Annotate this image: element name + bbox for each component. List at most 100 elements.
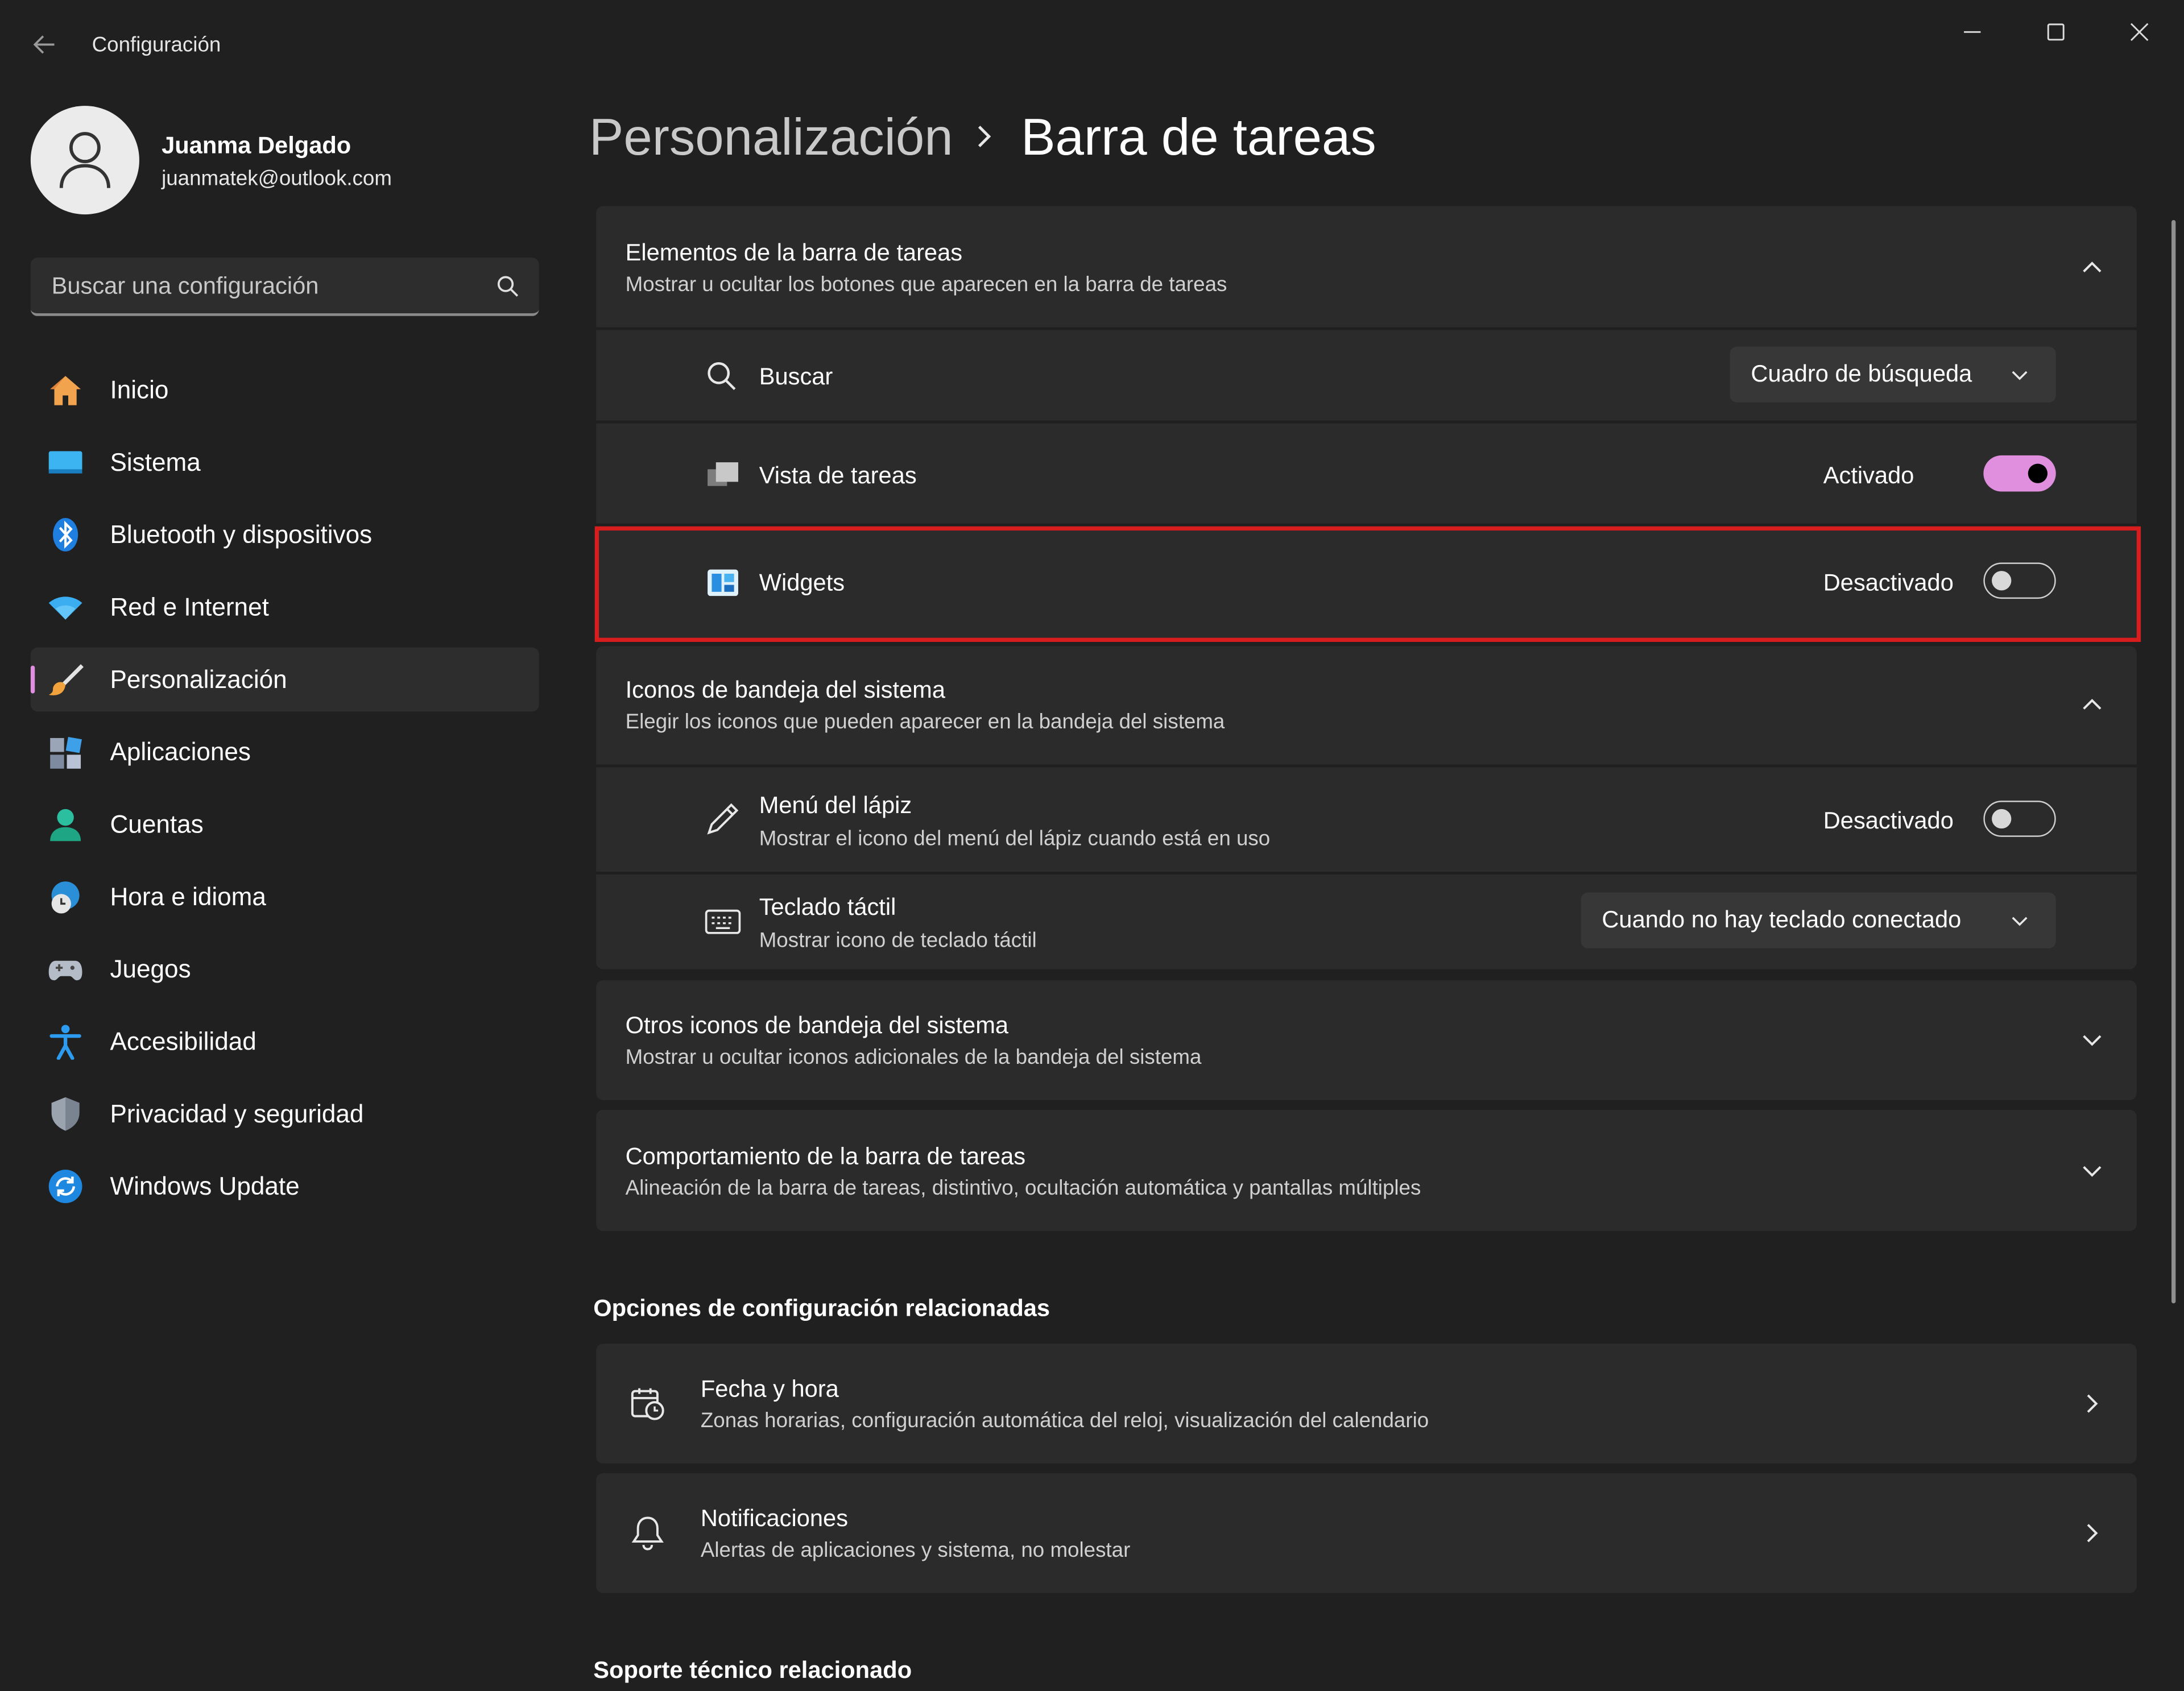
sidebar-item-label: Hora e idioma	[110, 882, 266, 911]
sidebar-item-personalizacion[interactable]: Personalización	[30, 647, 539, 712]
close-button[interactable]	[2107, 11, 2171, 53]
taskbar-items-header[interactable]: Elementos de la barra de tareas Mostrar …	[596, 206, 2137, 328]
accessibility-icon	[47, 1023, 84, 1060]
section-title: Elementos de la barra de tareas	[625, 239, 963, 266]
touch-keyboard-dropdown[interactable]: Cuando no hay teclado conectado	[1581, 892, 2056, 948]
pen-icon	[705, 801, 741, 837]
bell-icon	[630, 1515, 666, 1552]
related-item-title: Notificaciones	[700, 1505, 849, 1532]
user-name: Juanma Delgado	[162, 132, 351, 159]
wifi-icon	[47, 589, 84, 625]
breadcrumb-chevron-icon	[971, 120, 999, 160]
calendar-clock-icon	[630, 1386, 666, 1422]
sidebar-item-bluetooth[interactable]: Bluetooth y dispositivos	[31, 503, 539, 567]
touch-keyboard-label: Teclado táctil	[759, 894, 896, 921]
avatar[interactable]	[30, 106, 139, 215]
toggle-knob	[1992, 808, 2012, 828]
section-title: Otros iconos de bandeja del sistema	[625, 1012, 1009, 1039]
sidebar-item-cuentas[interactable]: Cuentas	[31, 792, 539, 856]
selection-indicator	[30, 665, 35, 694]
highlight-box	[594, 526, 2141, 642]
related-item-fecha-hora[interactable]: Fecha y hora Zonas horarias, configuraci…	[596, 1344, 2137, 1464]
related-item-notificaciones[interactable]: Notificaciones Alertas de aplicaciones y…	[596, 1473, 2137, 1593]
related-item-subtitle: Zonas horarias, configuración automática…	[700, 1409, 1429, 1433]
touch-keyboard-subtitle: Mostrar icono de teclado táctil	[759, 929, 1037, 953]
sidebar-item-label: Red e Internet	[110, 593, 269, 621]
taskbar-behavior-expander[interactable]: Comportamiento de la barra de tareas Ali…	[596, 1109, 2137, 1231]
related-item-title: Fecha y hora	[700, 1375, 839, 1403]
sidebar-item-windows-update[interactable]: Windows Update	[31, 1154, 539, 1218]
pen-menu-subtitle: Mostrar el icono del menú del lápiz cuan…	[759, 827, 1271, 851]
other-tray-icons-expander[interactable]: Otros iconos de bandeja del sistema Most…	[596, 980, 2137, 1100]
toggle-knob	[2028, 463, 2048, 483]
person-icon	[59, 132, 110, 188]
brush-icon	[47, 661, 84, 698]
chevron-right-icon	[2081, 1392, 2103, 1415]
sidebar-item-aplicaciones[interactable]: Aplicaciones	[31, 720, 539, 784]
minimize-button[interactable]	[1940, 11, 2004, 53]
sidebar-item-label: Privacidad y seguridad	[110, 1100, 364, 1128]
related-settings-heading: Opciones de configuración relacionadas	[593, 1295, 1050, 1322]
search-icon	[705, 359, 741, 396]
search-icon[interactable]	[496, 274, 520, 305]
time-language-icon	[47, 878, 84, 915]
sidebar-item-hora[interactable]: Hora e idioma	[31, 865, 539, 929]
sidebar-item-label: Windows Update	[110, 1172, 300, 1201]
home-icon	[47, 372, 84, 408]
sidebar-item-juegos[interactable]: Juegos	[31, 937, 539, 1001]
maximize-button[interactable]	[2024, 11, 2088, 53]
sidebar-item-privacidad[interactable]: Privacidad y seguridad	[31, 1082, 539, 1146]
sidebar-item-sistema[interactable]: Sistema	[31, 430, 539, 495]
sidebar-item-label: Personalización	[110, 665, 287, 694]
tray-icons-header[interactable]: Iconos de bandeja del sistema Elegir los…	[596, 646, 2137, 765]
related-item-subtitle: Alertas de aplicaciones y sistema, no mo…	[700, 1539, 1131, 1562]
sidebar-item-label: Inicio	[110, 376, 169, 404]
chevron-down-icon	[2008, 363, 2030, 386]
apps-icon	[47, 734, 84, 770]
chevron-down-icon[interactable]	[2081, 1029, 2103, 1051]
section-subtitle: Alineación de la barra de tareas, distin…	[625, 1176, 1421, 1201]
chevron-down-icon	[2008, 909, 2030, 931]
search-box[interactable]: Buscar una configuración	[30, 258, 539, 316]
bluetooth-icon	[47, 517, 84, 553]
back-arrow-icon[interactable]	[31, 31, 59, 59]
sidebar-item-label: Juegos	[110, 955, 191, 983]
pen-menu-toggle[interactable]	[1983, 801, 2056, 837]
sidebar-item-label: Sistema	[110, 448, 201, 476]
app-title: Configuración	[92, 33, 221, 57]
task-view-toggle[interactable]	[1983, 455, 2056, 492]
user-email: juanmatek@outlook.com	[162, 167, 392, 191]
sidebar-item-accesibilidad[interactable]: Accesibilidad	[31, 1010, 539, 1074]
scrollbar[interactable]	[2171, 219, 2176, 1304]
chevron-up-icon[interactable]	[2081, 256, 2103, 279]
toggle-state-label: Activado	[1823, 462, 1914, 489]
sidebar-item-label: Bluetooth y dispositivos	[110, 520, 373, 549]
pen-menu-label: Menú del lápiz	[759, 792, 912, 819]
sidebar-item-inicio[interactable]: Inicio	[31, 358, 539, 422]
search-label: Buscar	[759, 363, 833, 390]
keyboard-icon	[705, 903, 741, 940]
shield-icon	[47, 1096, 84, 1132]
task-view-label: Vista de tareas	[759, 462, 917, 489]
chevron-down-icon[interactable]	[2081, 1160, 2103, 1182]
toggle-state-label: Desactivado	[1823, 807, 1954, 834]
chevron-right-icon	[2081, 1522, 2103, 1544]
dropdown-value: Cuando no hay teclado conectado	[1602, 906, 1962, 933]
sidebar-item-red[interactable]: Red e Internet	[31, 575, 539, 639]
breadcrumb-parent[interactable]: Personalización	[589, 109, 953, 167]
section-subtitle: Mostrar u ocultar los botones que aparec…	[625, 273, 1227, 297]
touch-keyboard-row: Teclado táctil Mostrar icono de teclado …	[596, 874, 2137, 969]
account-icon	[47, 806, 84, 843]
related-support-heading: Soporte técnico relacionado	[593, 1657, 912, 1684]
search-mode-dropdown[interactable]: Cuadro de búsqueda	[1730, 346, 2056, 403]
section-title: Comportamiento de la barra de tareas	[625, 1143, 1026, 1170]
search-input[interactable]: Buscar una configuración	[52, 273, 319, 301]
chevron-up-icon[interactable]	[2081, 694, 2103, 716]
task-view-row: Vista de tareas Activado	[596, 423, 2137, 524]
section-subtitle: Elegir los iconos que pueden aparecer en…	[625, 710, 1225, 734]
sidebar-item-label: Aplicaciones	[110, 737, 251, 766]
pen-menu-row: Menú del lápiz Mostrar el icono del menú…	[596, 767, 2137, 872]
page-title: Barra de tareas	[1021, 109, 1376, 166]
sidebar-item-label: Cuentas	[110, 810, 204, 839]
section-subtitle: Mostrar u ocultar iconos adicionales de …	[625, 1046, 1202, 1070]
